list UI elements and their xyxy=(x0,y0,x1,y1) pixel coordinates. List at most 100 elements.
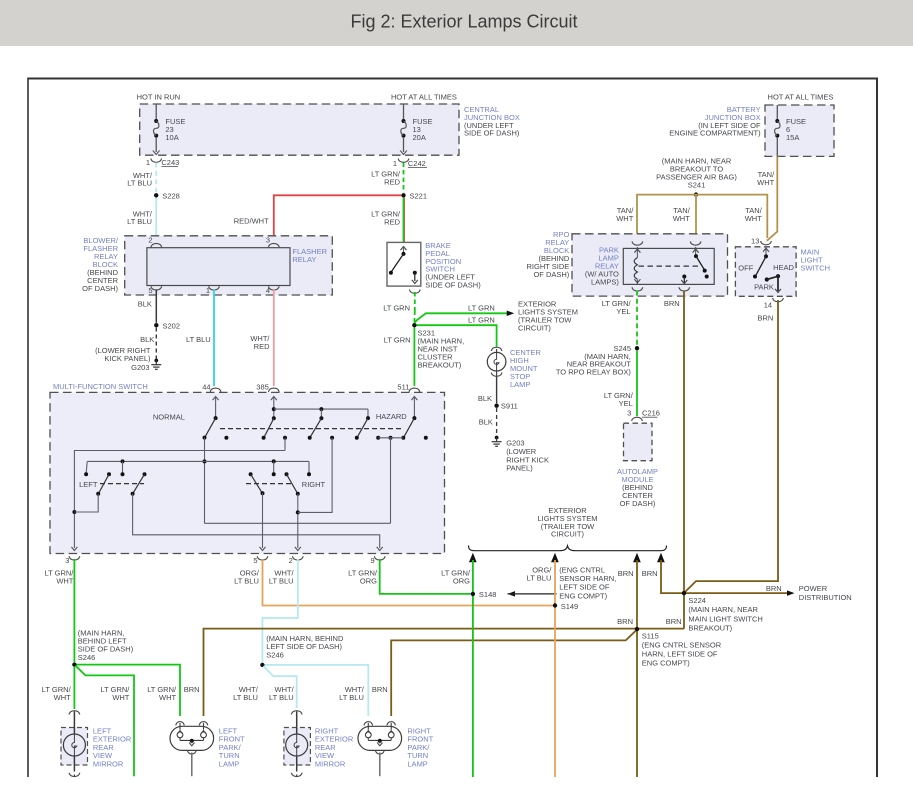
svg-text:DISTRIBUTION: DISTRIBUTION xyxy=(799,593,852,602)
svg-text:S228: S228 xyxy=(162,191,180,200)
svg-text:RED: RED xyxy=(384,177,400,186)
svg-text:511: 511 xyxy=(397,382,409,391)
svg-text:HARN, LEFT SIDE OF: HARN, LEFT SIDE OF xyxy=(642,650,718,659)
svg-text:PARK: PARK xyxy=(754,282,774,291)
svg-text:S241: S241 xyxy=(688,181,706,190)
svg-text:OFF: OFF xyxy=(738,264,753,273)
svg-text:RED/WHT: RED/WHT xyxy=(234,216,269,225)
svg-text:WHT: WHT xyxy=(54,693,71,702)
svg-text:ENGINE COMPARTMENT): ENGINE COMPARTMENT) xyxy=(669,129,761,138)
svg-text:LT BLU: LT BLU xyxy=(127,217,152,226)
svg-text:9: 9 xyxy=(371,556,375,565)
svg-text:HOT AT ALL TIMES: HOT AT ALL TIMES xyxy=(391,93,457,102)
svg-text:LT GRN: LT GRN xyxy=(383,303,410,312)
svg-text:BRN: BRN xyxy=(766,584,782,593)
svg-text:S148: S148 xyxy=(479,590,497,599)
svg-text:ORG: ORG xyxy=(360,576,377,585)
svg-text:44: 44 xyxy=(202,382,210,391)
svg-text:LT BLU: LT BLU xyxy=(269,576,294,585)
svg-text:5: 5 xyxy=(148,286,152,295)
svg-text:WHT: WHT xyxy=(745,214,762,223)
svg-text:3: 3 xyxy=(65,556,69,565)
svg-text:OF DASH): OF DASH) xyxy=(533,270,569,279)
svg-text:S224: S224 xyxy=(688,596,706,605)
svg-text:LT BLU: LT BLU xyxy=(339,693,364,702)
svg-text:WHT: WHT xyxy=(757,178,774,187)
svg-text:LT GRN: LT GRN xyxy=(468,315,495,324)
svg-text:BLK: BLK xyxy=(140,335,154,344)
svg-text:ENG COMPT): ENG COMPT) xyxy=(559,591,607,600)
svg-text:4: 4 xyxy=(266,286,270,295)
svg-text:WHT: WHT xyxy=(616,214,633,223)
svg-text:LT BLU: LT BLU xyxy=(234,576,259,585)
svg-text:10A: 10A xyxy=(165,133,178,142)
svg-text:LT BLU: LT BLU xyxy=(269,693,294,702)
svg-text:KICK PANEL): KICK PANEL) xyxy=(104,354,151,363)
svg-text:14: 14 xyxy=(764,301,772,310)
svg-text:OF DASH): OF DASH) xyxy=(620,499,656,508)
svg-text:BLK: BLK xyxy=(479,418,493,427)
svg-text:YEL: YEL xyxy=(616,307,630,316)
svg-text:S221: S221 xyxy=(410,191,428,200)
svg-text:BRN: BRN xyxy=(618,569,634,578)
svg-text:BRN: BRN xyxy=(666,617,682,626)
svg-text:2: 2 xyxy=(148,236,152,245)
svg-text:HEAD: HEAD xyxy=(773,263,794,272)
svg-text:CIRCUIT): CIRCUIT) xyxy=(518,323,551,332)
svg-text:C242: C242 xyxy=(408,159,426,168)
svg-text:WHT: WHT xyxy=(673,214,690,223)
svg-text:LT BLU: LT BLU xyxy=(186,335,211,344)
svg-text:TO RPO RELAY BOX): TO RPO RELAY BOX) xyxy=(556,368,632,377)
svg-text:S246: S246 xyxy=(266,650,284,659)
svg-text:BRN: BRN xyxy=(617,617,633,626)
svg-text:15A: 15A xyxy=(786,133,799,142)
svg-text:(MAIN HARN, NEAR: (MAIN HARN, NEAR xyxy=(688,605,758,614)
svg-text:WHT: WHT xyxy=(112,693,129,702)
svg-text:G203: G203 xyxy=(131,363,149,372)
svg-text:(ENG CNTRL SENSOR: (ENG CNTRL SENSOR xyxy=(642,641,722,650)
svg-text:1: 1 xyxy=(206,286,210,295)
svg-text:CIRCUIT): CIRCUIT) xyxy=(551,530,584,539)
svg-text:HAZARD: HAZARD xyxy=(376,412,407,421)
svg-text:POWER: POWER xyxy=(799,584,828,593)
svg-text:LAMP: LAMP xyxy=(219,759,239,768)
svg-text:ORG: ORG xyxy=(453,576,470,585)
svg-text:3: 3 xyxy=(627,409,631,418)
svg-text:HOT AT ALL TIMES: HOT AT ALL TIMES xyxy=(768,93,834,102)
svg-text:LAMPS): LAMPS) xyxy=(591,278,619,287)
svg-text:SIDE OF DASH): SIDE OF DASH) xyxy=(464,129,520,138)
svg-text:MIRROR: MIRROR xyxy=(315,759,346,768)
svg-text:BRN: BRN xyxy=(184,685,200,694)
svg-text:LT GRN: LT GRN xyxy=(468,304,495,313)
svg-text:RIGHT: RIGHT xyxy=(302,480,326,489)
svg-text:BLK: BLK xyxy=(478,394,492,403)
svg-text:3: 3 xyxy=(266,236,270,245)
svg-text:LAMP: LAMP xyxy=(407,759,427,768)
svg-text:YEL: YEL xyxy=(619,399,633,408)
svg-text:LEFT: LEFT xyxy=(79,480,98,489)
svg-text:HOT IN RUN: HOT IN RUN xyxy=(137,93,181,102)
svg-text:C216: C216 xyxy=(642,409,660,418)
svg-text:PANEL): PANEL) xyxy=(506,464,533,473)
svg-text:C243: C243 xyxy=(161,158,179,167)
svg-text:20A: 20A xyxy=(413,133,426,142)
svg-text:2: 2 xyxy=(289,556,293,565)
svg-text:S246: S246 xyxy=(78,653,96,662)
svg-text:LT GRN: LT GRN xyxy=(384,335,411,344)
svg-text:WHT: WHT xyxy=(159,693,176,702)
svg-text:BLK: BLK xyxy=(138,300,152,309)
svg-text:RED: RED xyxy=(254,342,270,351)
svg-text:S202: S202 xyxy=(163,321,181,330)
svg-text:MULTI-FUNCTION SWITCH: MULTI-FUNCTION SWITCH xyxy=(53,382,148,391)
svg-text:MIRROR: MIRROR xyxy=(93,759,124,768)
svg-text:RELAY: RELAY xyxy=(292,255,316,264)
svg-text:S149: S149 xyxy=(561,602,579,611)
svg-text:WHT: WHT xyxy=(56,576,73,585)
svg-text:1: 1 xyxy=(146,158,150,167)
svg-text:385: 385 xyxy=(256,382,269,391)
svg-text:ENG COMPT): ENG COMPT) xyxy=(642,659,690,668)
svg-text:1: 1 xyxy=(393,159,397,168)
svg-text:BRN: BRN xyxy=(757,314,773,323)
svg-text:BREAKOUT): BREAKOUT) xyxy=(688,624,732,633)
svg-text:MAIN LIGHT SWITCH: MAIN LIGHT SWITCH xyxy=(688,614,762,623)
